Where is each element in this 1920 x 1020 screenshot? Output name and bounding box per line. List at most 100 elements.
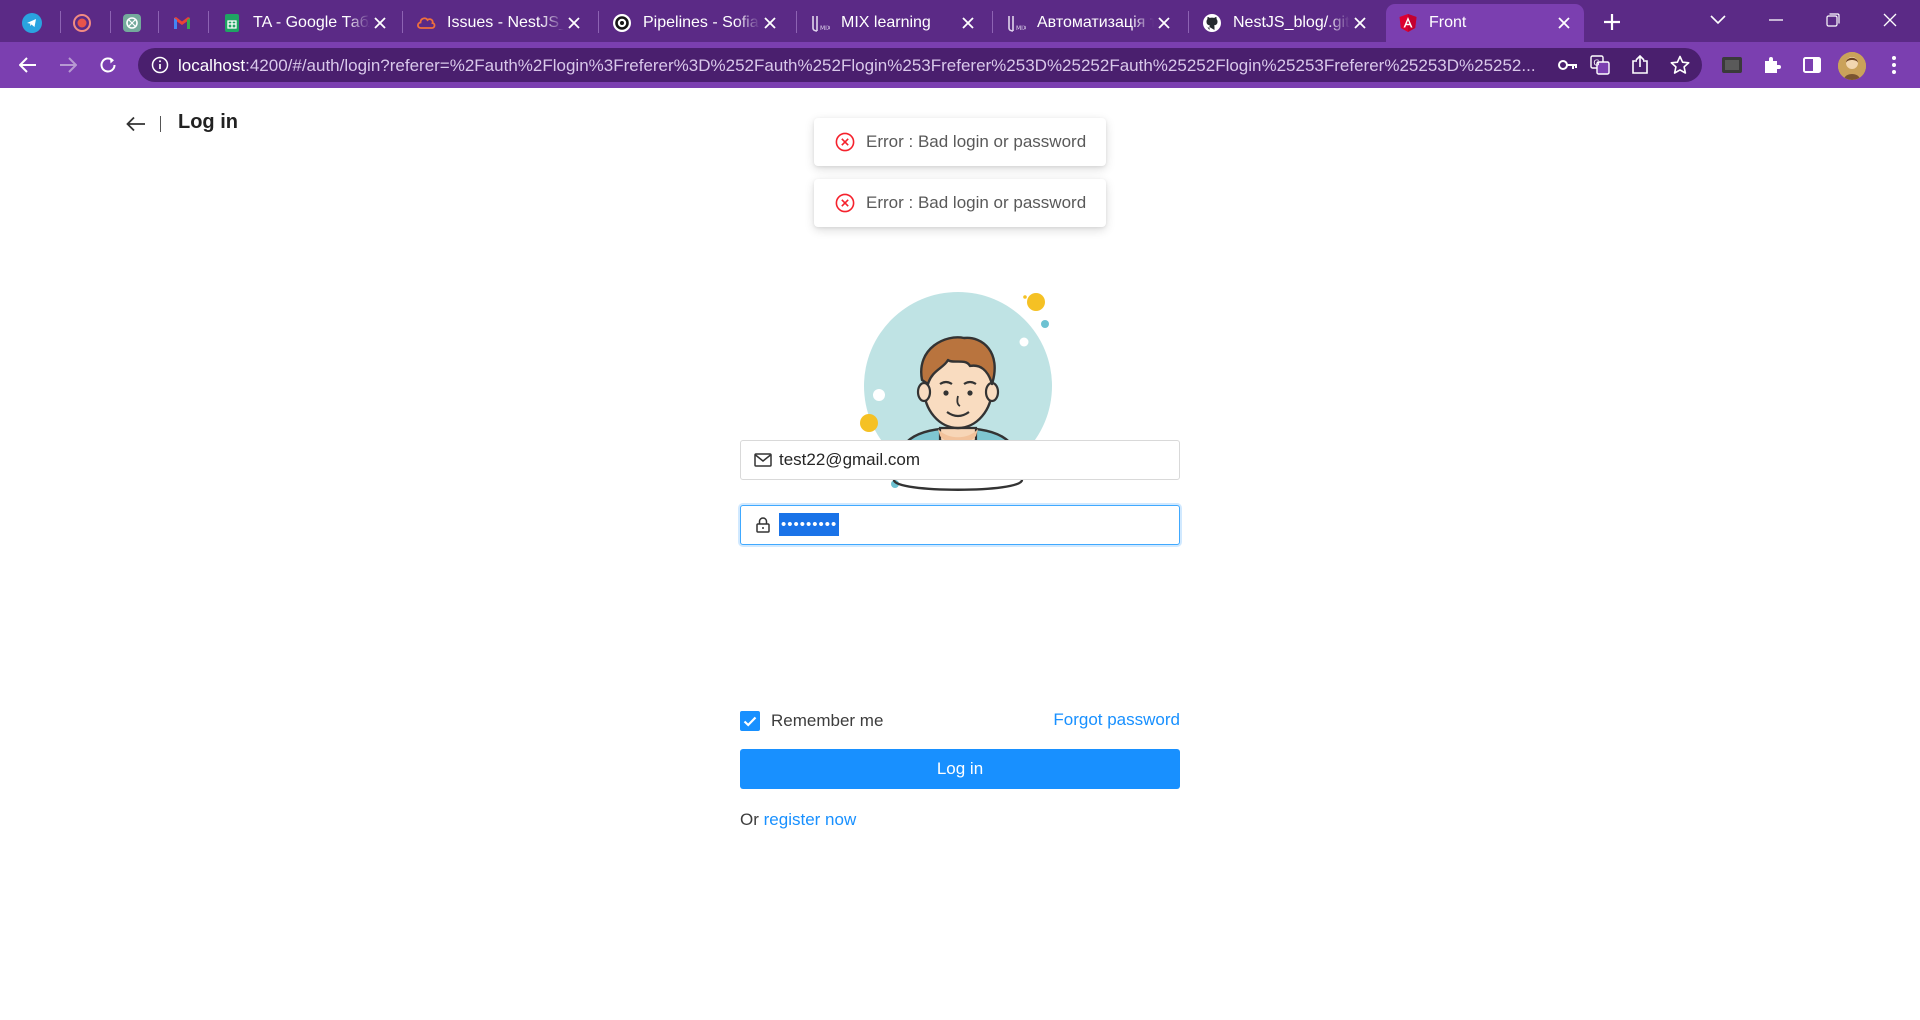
profile-avatar[interactable] (1838, 52, 1866, 80)
plus-icon (1604, 14, 1620, 30)
close-tab-icon[interactable] (1554, 13, 1574, 33)
new-tab-button[interactable] (1598, 8, 1626, 36)
site-info-icon[interactable] (150, 55, 170, 75)
tab-title: MIX learning (841, 14, 931, 31)
browser-menu-button[interactable] (1880, 51, 1908, 79)
close-window-button[interactable] (1862, 2, 1918, 38)
tab-title: NestJS_blog/.gith (1233, 14, 1350, 31)
close-tab-icon[interactable] (760, 13, 780, 33)
tab-search-button[interactable] (1690, 2, 1746, 38)
record-icon (72, 13, 92, 33)
arrow-right-icon (60, 57, 77, 73)
toast-message: Error : Bad login or password (866, 193, 1087, 212)
reload-button[interactable] (94, 51, 122, 79)
reload-icon (100, 57, 116, 73)
register-prefix: Or (740, 810, 759, 829)
mix-icon: MIX (1006, 13, 1026, 33)
close-tab-icon[interactable] (1350, 13, 1370, 33)
svg-text:MIX: MIX (820, 25, 830, 32)
checkbox-checked-icon[interactable] (740, 711, 760, 731)
login-page: Log in Error : Bad login or password Err… (0, 88, 1920, 1020)
arrow-left-icon (19, 57, 36, 73)
back-link[interactable] (124, 112, 148, 136)
tab-github[interactable]: NestJS_blog/.gith (1190, 4, 1380, 42)
register-now-link[interactable]: register now (764, 810, 857, 829)
share-icon[interactable] (1628, 53, 1652, 77)
tab-title: Pipelines - SofiaG (643, 14, 760, 31)
url-text[interactable]: localhost:4200/#/auth/login?referer=%2Fa… (178, 56, 1558, 76)
back-button[interactable] (14, 51, 42, 79)
side-panel-button[interactable] (1798, 51, 1826, 79)
circleci-icon (612, 13, 632, 33)
mix-icon: MIX (810, 13, 830, 33)
forward-button[interactable] (54, 51, 82, 79)
page-title: Log in (178, 111, 238, 133)
tab-title: Front (1429, 14, 1467, 31)
browser-tab-bar: TA - Google Табл Issues - NestJS_bl Pipe… (0, 0, 1920, 42)
tab-title: Issues - NestJS_bl (447, 14, 564, 31)
chevron-down-icon (1710, 15, 1726, 25)
arrow-left-icon (126, 116, 145, 132)
error-circle-icon (834, 131, 856, 153)
close-tab-icon[interactable] (958, 13, 978, 33)
close-tab-icon[interactable] (1154, 13, 1174, 33)
error-toast: Error : Bad login or password (814, 179, 1106, 227)
extensions-button[interactable] (1758, 51, 1786, 79)
tab-gmail[interactable] (160, 4, 208, 42)
error-toast: Error : Bad login or password (814, 118, 1106, 166)
angular-icon (1398, 13, 1418, 33)
restore-button[interactable] (1805, 2, 1861, 38)
svg-text:G: G (1593, 59, 1599, 68)
close-tab-icon[interactable] (564, 13, 584, 33)
mail-icon (754, 451, 772, 469)
telegram-icon (22, 13, 42, 33)
close-icon (1883, 13, 1897, 27)
close-tab-icon[interactable] (370, 13, 390, 33)
cloud-icon (416, 13, 436, 33)
email-value: test22@gmail.com (779, 450, 921, 469)
restore-icon (1826, 13, 1840, 27)
bookmark-star-icon[interactable] (1668, 53, 1692, 77)
google-sheets-icon (222, 13, 242, 33)
tab-title: Автоматизація те (1037, 14, 1154, 31)
browser-toolbar: localhost:4200/#/auth/login?referer=%2Fa… (0, 42, 1920, 88)
error-circle-icon (834, 192, 856, 214)
tab-telegram[interactable] (10, 4, 58, 42)
tab-title: TA - Google Табл (253, 14, 370, 31)
tab-issues[interactable]: Issues - NestJS_bl (404, 4, 594, 42)
url-path: :4200/#/auth/login?referer=%2Fauth%2Flog… (245, 56, 1536, 75)
password-field[interactable]: ••••••••• (740, 505, 1180, 545)
translate-icon[interactable]: G (1588, 53, 1612, 77)
register-line: Or register now (740, 810, 856, 830)
forgot-password-link[interactable]: Forgot password (1053, 710, 1180, 730)
address-bar[interactable]: localhost:4200/#/auth/login?referer=%2Fa… (138, 48, 1702, 82)
extension-button[interactable] (1718, 51, 1746, 79)
kebab-menu-icon (1892, 56, 1896, 74)
puzzle-icon (1765, 57, 1781, 73)
tab-automation[interactable]: MIX Автоматизація те (994, 4, 1184, 42)
password-value-selected: ••••••••• (779, 513, 840, 536)
minimize-button[interactable] (1748, 2, 1804, 38)
key-icon[interactable] (1556, 53, 1580, 77)
lock-icon (754, 516, 772, 534)
side-panel-icon (1803, 57, 1821, 73)
login-button[interactable]: Log in (740, 749, 1180, 789)
github-icon (1202, 13, 1222, 33)
tab-google-sheets[interactable]: TA - Google Табл (210, 4, 400, 42)
toast-message: Error : Bad login or password (866, 132, 1087, 151)
remember-me-checkbox[interactable]: Remember me (740, 711, 883, 731)
url-host: localhost (178, 56, 246, 75)
remember-me-label: Remember me (771, 711, 884, 730)
minimize-icon (1769, 19, 1783, 21)
extension-screen-icon (1722, 57, 1742, 73)
email-field[interactable]: test22@gmail.com (740, 440, 1180, 480)
svg-text:MIX: MIX (1016, 25, 1026, 32)
tab-mix-learning[interactable]: MIX MIX learning (798, 4, 988, 42)
tab-pipelines[interactable]: Pipelines - SofiaG (600, 4, 790, 42)
tab-chatgpt[interactable] (110, 4, 158, 42)
tab-front-active[interactable]: Front (1386, 4, 1584, 42)
gmail-icon (172, 13, 192, 33)
header-divider (160, 116, 161, 132)
tab-record[interactable] (60, 4, 108, 42)
chatgpt-icon (122, 13, 142, 33)
